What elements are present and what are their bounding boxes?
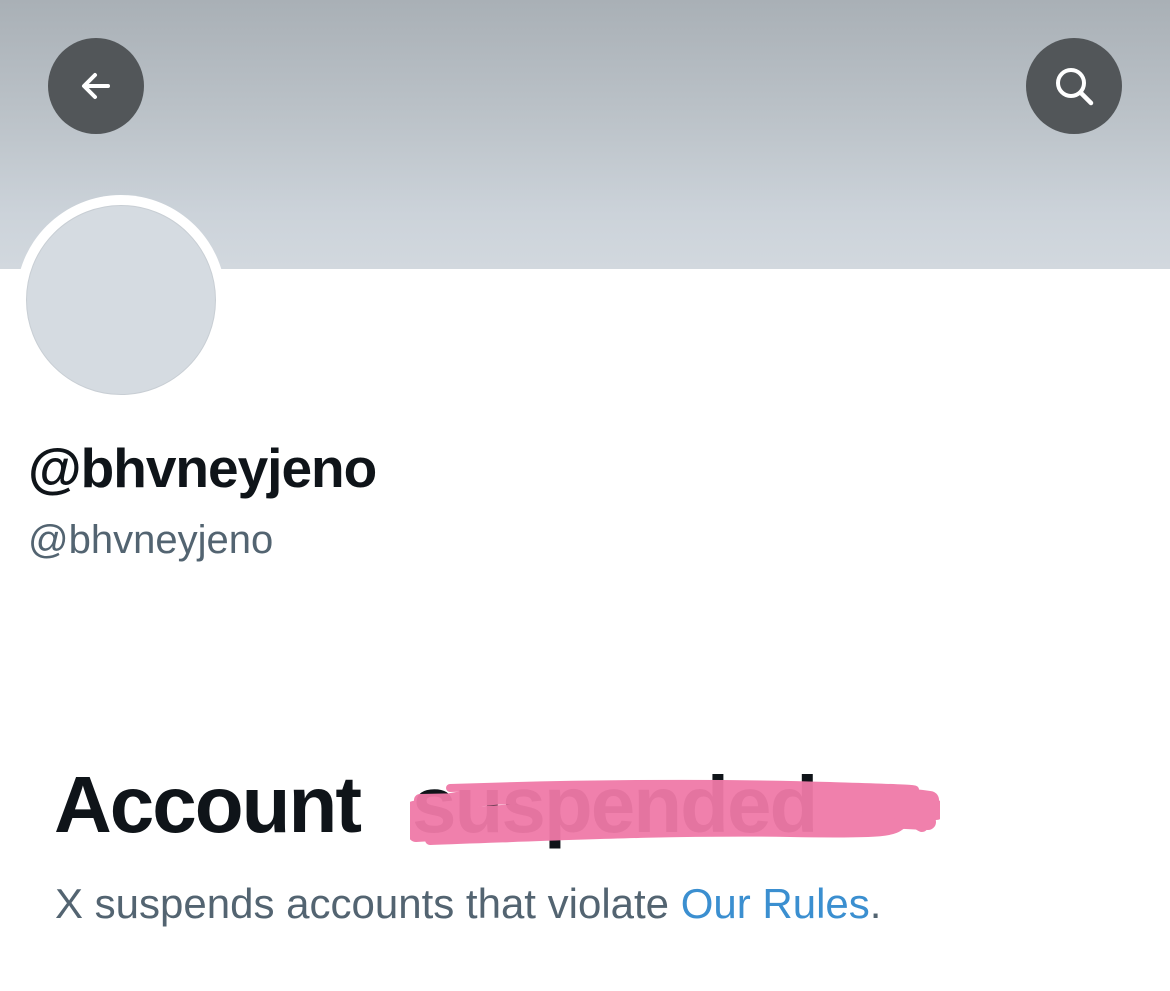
search-icon (1056, 68, 1094, 106)
avatar-frame (16, 195, 226, 405)
search-button[interactable] (1026, 38, 1122, 134)
suspension-message: X suspends accounts that violate Our Rul… (55, 880, 881, 928)
heading-text: Account (54, 760, 362, 849)
arrow-left-icon (82, 73, 110, 99)
suspension-heading: Account suspended (54, 760, 940, 850)
user-handle: @bhvneyjeno (28, 518, 274, 562)
profile-page: @bhvneyjeno @bhvneyjeno Account suspende… (0, 0, 1170, 991)
back-button[interactable] (48, 38, 144, 134)
our-rules-link[interactable]: Our Rules (681, 880, 870, 927)
pink-scribble (410, 779, 940, 845)
message-period: . (869, 880, 882, 927)
display-name: @bhvneyjeno (28, 437, 377, 499)
message-text: X suspends accounts that violate (55, 880, 681, 927)
avatar[interactable] (26, 205, 216, 395)
